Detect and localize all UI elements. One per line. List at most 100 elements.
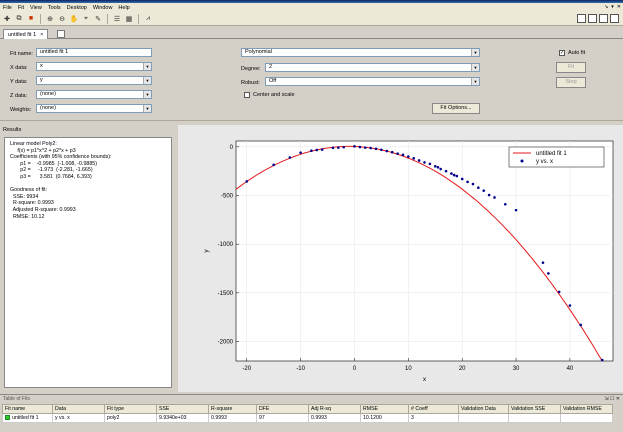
undock-icon[interactable]: ↘ xyxy=(604,4,608,10)
data-point xyxy=(380,148,383,152)
data-point xyxy=(579,323,582,327)
data-point xyxy=(452,173,456,177)
column-header[interactable]: Validation RMSE xyxy=(560,404,613,414)
data-point xyxy=(439,167,442,171)
weights-label: Weights: xyxy=(10,107,32,113)
column-header[interactable]: RMSE xyxy=(360,404,409,414)
new-fit-tab-icon[interactable] xyxy=(57,30,65,38)
dropdown-arrow-icon[interactable]: ▼ xyxy=(471,78,479,85)
column-header[interactable]: Validation Data xyxy=(458,404,509,414)
table-cell: poly2 xyxy=(104,413,157,423)
float-icon[interactable] xyxy=(610,14,619,23)
menu-view[interactable]: View xyxy=(27,5,45,11)
data-point xyxy=(471,182,475,186)
table-cell: untitled fit 1 xyxy=(2,413,53,423)
data-point xyxy=(407,155,410,158)
tab-untitled-fit-1[interactable]: untitled fit 1 × xyxy=(3,29,49,39)
column-header[interactable]: Fit name xyxy=(2,404,53,414)
y-data-value: y xyxy=(40,77,43,83)
column-header[interactable]: DFE xyxy=(256,404,309,414)
data-point xyxy=(390,150,394,154)
dropdown-arrow-icon[interactable]: ▼ xyxy=(143,91,151,98)
column-header[interactable]: Data xyxy=(52,404,105,414)
column-header[interactable]: Validation SSE xyxy=(508,404,561,414)
fit-name-input[interactable]: untitled fit 1 xyxy=(36,48,152,57)
close-icon[interactable]: ✕ xyxy=(617,4,621,10)
data-point xyxy=(444,169,448,173)
z-data-select[interactable]: (none) ▼ xyxy=(36,90,152,99)
column-header[interactable]: Adj R-sq xyxy=(308,404,361,414)
data-point xyxy=(358,145,362,149)
data-point xyxy=(450,172,453,175)
zoom-in-icon[interactable]: ⊕ xyxy=(45,14,55,24)
model-type-select[interactable]: Polynomial ▼ xyxy=(241,48,480,57)
center-scale-checkbox[interactable]: Center and scale xyxy=(244,92,295,98)
menu-desktop[interactable]: Desktop xyxy=(64,5,90,11)
y-axis-label: y xyxy=(203,249,210,253)
table-row[interactable]: untitled fit 1y vs. x poly2 9.9340e+03 0.99… xyxy=(2,413,613,423)
checkbox-checked-icon[interactable]: ✓ xyxy=(559,50,565,56)
tab-close-icon[interactable]: × xyxy=(40,32,43,38)
data-point xyxy=(455,174,459,178)
x-tick-label: -10 xyxy=(296,366,305,372)
menu-tools[interactable]: Tools xyxy=(45,5,64,11)
auto-fit-checkbox[interactable]: ✓ Auto fit xyxy=(559,50,585,56)
data-point xyxy=(245,180,249,183)
new-fit-icon[interactable]: ✚ xyxy=(2,14,12,24)
column-header[interactable]: SSE xyxy=(156,404,209,414)
menu-file[interactable]: File xyxy=(0,5,15,11)
degree-select[interactable]: 2 ▼ xyxy=(265,63,480,72)
data-point xyxy=(369,146,372,150)
grid-icon[interactable]: ▦ xyxy=(124,14,134,24)
legend-data-swatch xyxy=(520,159,524,163)
robust-select[interactable]: Off ▼ xyxy=(265,77,480,86)
tab-label: untitled fit 1 xyxy=(8,31,37,38)
results-text: Linear model Poly2: f(x) = p1*x^2 + p2*x… xyxy=(4,137,172,388)
color-icon[interactable]: ■ xyxy=(26,14,36,24)
data-point xyxy=(417,159,421,162)
pin-icon[interactable]: ▾ xyxy=(611,4,614,10)
weights-select[interactable]: (none) ▼ xyxy=(36,104,152,113)
dropdown-arrow-icon[interactable]: ▼ xyxy=(143,63,151,70)
panel-controls-icon[interactable]: ⇲ ☐ ✕ xyxy=(604,395,620,404)
zoom-out-icon[interactable]: ⊖ xyxy=(57,14,67,24)
fit-button[interactable]: Fit xyxy=(556,62,586,73)
data-point xyxy=(374,147,378,151)
exclude-icon[interactable]: ✎ xyxy=(93,14,103,24)
open-icon[interactable]: ⧉ xyxy=(14,14,24,24)
dropdown-arrow-icon[interactable]: ▼ xyxy=(471,49,479,56)
menu-fit[interactable]: Fit xyxy=(15,5,27,11)
data-point xyxy=(320,148,324,151)
table-cell xyxy=(508,413,561,423)
data-point xyxy=(600,358,604,362)
data-point xyxy=(353,145,356,148)
column-header[interactable]: R-square xyxy=(208,404,257,414)
layout-buttons xyxy=(577,14,619,23)
dropdown-arrow-icon[interactable]: ▼ xyxy=(471,64,479,71)
data-point xyxy=(547,272,550,275)
pan-icon[interactable]: ✋ xyxy=(69,14,79,24)
fit-plot[interactable]: -20 -10 0 10 20 30 40 0 -500 -1000 -1500 -2000 x y unt… xyxy=(178,125,623,392)
data-cursor-icon[interactable]: ⌖ xyxy=(81,14,91,24)
data-point xyxy=(557,290,561,294)
checkbox-box[interactable] xyxy=(244,92,250,98)
tile-icon[interactable] xyxy=(577,14,586,23)
fit-options-button[interactable]: Fit Options... xyxy=(432,103,480,114)
y-tick-label: -500 xyxy=(221,194,234,200)
split-horizontal-icon[interactable] xyxy=(599,14,608,23)
stop-button[interactable]: Stop xyxy=(556,77,586,88)
x-data-select[interactable]: x ▼ xyxy=(36,62,152,71)
axes-limits-icon[interactable]: ⩘ xyxy=(143,14,153,24)
menu-help[interactable]: Help xyxy=(115,5,132,11)
legend-icon[interactable]: ☰ xyxy=(112,14,122,24)
menu-window[interactable]: Window xyxy=(90,5,116,11)
data-point xyxy=(412,157,416,160)
dropdown-arrow-icon[interactable]: ▼ xyxy=(143,77,151,84)
dropdown-arrow-icon[interactable]: ▼ xyxy=(143,105,151,112)
split-vertical-icon[interactable] xyxy=(588,14,597,23)
column-header[interactable]: # Coeff xyxy=(408,404,459,414)
data-point xyxy=(493,196,496,199)
y-data-select[interactable]: y ▼ xyxy=(36,76,152,85)
column-header[interactable]: Fit type xyxy=(104,404,157,414)
data-point xyxy=(487,193,491,197)
